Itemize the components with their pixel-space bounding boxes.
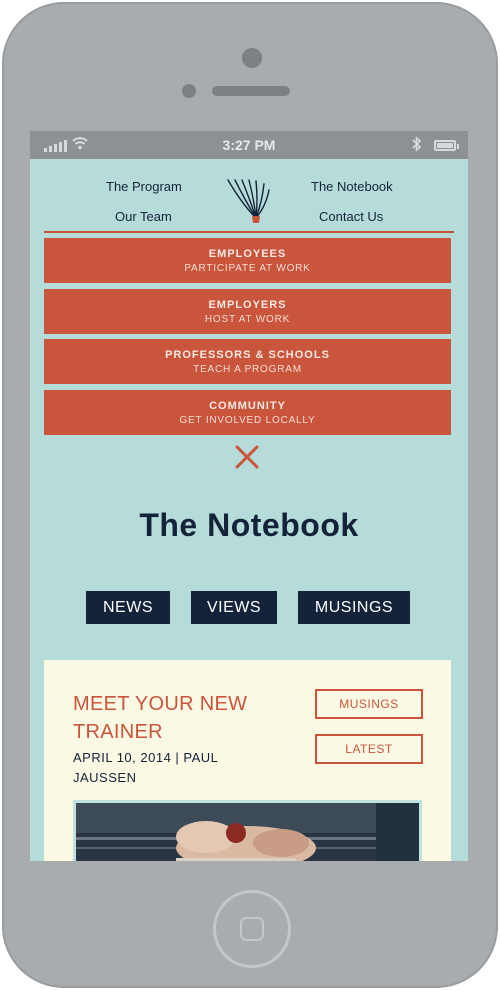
menu-item-title: EMPLOYERS bbox=[208, 299, 287, 311]
status-bar: 3:27 PM bbox=[30, 131, 468, 159]
nav-link-team[interactable]: Our Team bbox=[115, 209, 172, 224]
menu-item-subtitle: TEACH A PROGRAM bbox=[193, 364, 302, 375]
menu-item-professors-schools[interactable]: PROFESSORS & SCHOOLS TEACH A PROGRAM bbox=[44, 339, 451, 384]
post-card: MEET YOUR NEW TRAINER APRIL 10, 2014 | P… bbox=[44, 660, 451, 861]
nav-divider bbox=[44, 231, 454, 233]
menu-item-employees[interactable]: EMPLOYEES PARTICIPATE AT WORK bbox=[44, 238, 451, 283]
close-menu-icon[interactable] bbox=[233, 443, 261, 471]
tag-latest-button[interactable]: LATEST bbox=[315, 734, 423, 764]
bluetooth-icon bbox=[412, 136, 422, 155]
earpiece-speaker bbox=[212, 86, 290, 96]
proximity-sensor bbox=[182, 84, 196, 98]
tag-musings-button[interactable]: MUSINGS bbox=[315, 689, 423, 719]
menu-item-employers[interactable]: EMPLOYERS HOST AT WORK bbox=[44, 289, 451, 334]
menu-item-subtitle: GET INVOLVED LOCALLY bbox=[179, 415, 316, 426]
menu-item-community[interactable]: COMMUNITY GET INVOLVED LOCALLY bbox=[44, 390, 451, 435]
home-square-icon bbox=[240, 917, 264, 941]
nav-link-notebook[interactable]: The Notebook bbox=[311, 179, 393, 194]
menu-item-title: COMMUNITY bbox=[209, 400, 286, 412]
boxing-painting-image bbox=[76, 803, 419, 861]
book-logo-icon[interactable] bbox=[226, 178, 270, 224]
post-title[interactable]: MEET YOUR NEW TRAINER bbox=[73, 690, 293, 746]
category-news-button[interactable]: NEWS bbox=[86, 591, 170, 624]
post-image[interactable] bbox=[73, 800, 422, 861]
nav-link-contact[interactable]: Contact Us bbox=[319, 209, 383, 224]
menu-item-subtitle: HOST AT WORK bbox=[204, 314, 291, 325]
status-time: 3:27 PM bbox=[222, 137, 276, 153]
front-camera bbox=[242, 48, 262, 68]
category-views-button[interactable]: VIEWS bbox=[191, 591, 277, 624]
menu-item-subtitle: PARTICIPATE AT WORK bbox=[184, 263, 311, 274]
battery-icon bbox=[434, 140, 459, 151]
page-title: The Notebook bbox=[139, 507, 359, 543]
menu-item-title: PROFESSORS & SCHOOLS bbox=[165, 349, 330, 361]
phone-screen: 3:27 PM The Program The Notebook Our Tea… bbox=[30, 131, 468, 861]
post-meta: APRIL 10, 2014 | PAUL JAUSSEN bbox=[73, 750, 218, 785]
category-musings-button[interactable]: MUSINGS bbox=[298, 591, 410, 624]
menu-item-title: EMPLOYEES bbox=[208, 248, 287, 260]
home-button[interactable] bbox=[213, 890, 291, 968]
nav-link-program[interactable]: The Program bbox=[106, 179, 182, 194]
